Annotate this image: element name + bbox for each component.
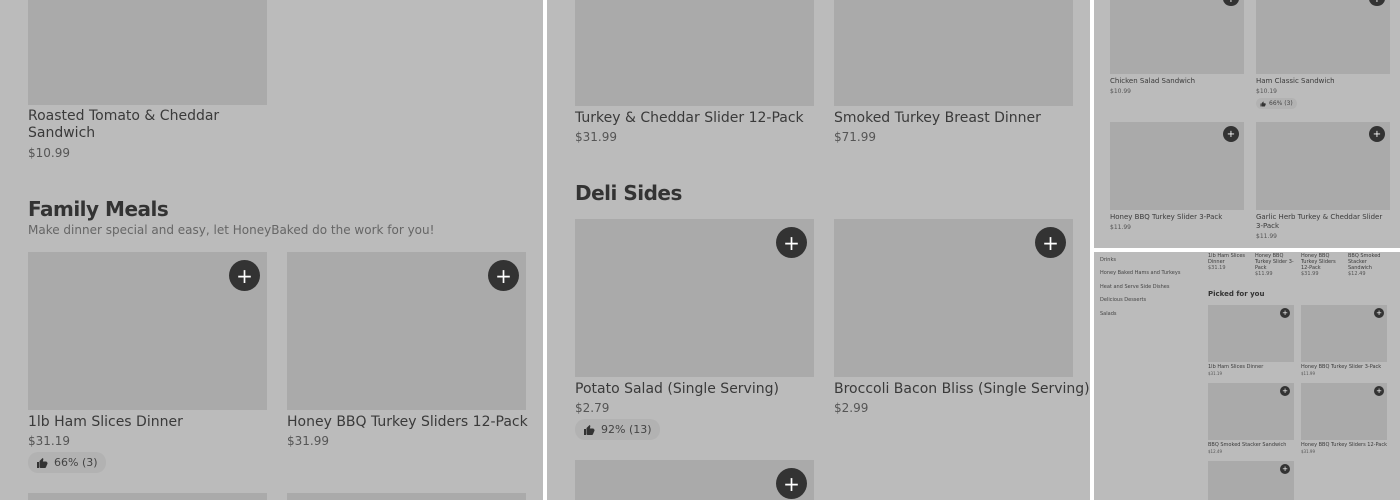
product-price: $31.99: [575, 130, 617, 144]
product-price: $31.99: [287, 434, 329, 448]
thumbs-up-icon: [584, 424, 595, 435]
add-to-cart-button[interactable]: +: [1035, 227, 1066, 258]
plus-icon: +: [783, 230, 800, 255]
product-name[interactable]: Honey BBQ Turkey Sliders 12-Pack: [1301, 442, 1387, 448]
product-name[interactable]: 1lb Ham Slices Dinner $31.19: [1208, 253, 1245, 271]
rating-badge: 66% (3): [1256, 98, 1297, 109]
add-to-cart-button[interactable]: +: [488, 260, 519, 291]
product-name[interactable]: 1lb Ham Slices Dinner: [28, 414, 183, 430]
plus-icon: +: [1373, 0, 1381, 5]
product-name[interactable]: Potato Salad (Single Serving): [575, 381, 779, 397]
product-name[interactable]: Honey BBQ Turkey Slider 3-Pack: [1110, 213, 1222, 221]
plus-icon: +: [1227, 0, 1235, 5]
add-to-cart-button[interactable]: +: [1374, 386, 1384, 396]
add-to-cart-button[interactable]: +: [1280, 386, 1290, 396]
add-to-cart-button[interactable]: +: [776, 468, 807, 499]
add-to-cart-button[interactable]: +: [229, 260, 260, 291]
product-name[interactable]: Chicken Salad Sandwich: [1110, 77, 1195, 85]
product-price: $11.99: [1301, 371, 1315, 376]
product-image[interactable]: [28, 493, 267, 500]
product-image[interactable]: [575, 0, 814, 106]
menu-panel-picked-for-you: Drinks Honey Baked Hams and Turkeys Heat…: [1094, 252, 1400, 500]
product-price: $10.99: [28, 146, 70, 160]
plus-icon: +: [1376, 309, 1382, 317]
product-name[interactable]: Honey BBQ Turkey Sliders 12-Pack: [287, 414, 528, 430]
product-name[interactable]: BBQ Smoked Stacker Sandwich $12.49: [1348, 253, 1380, 277]
plus-icon: +: [1282, 309, 1288, 317]
product-name[interactable]: Smoked Turkey Breast Dinner: [834, 110, 1041, 126]
add-to-cart-button[interactable]: +: [1280, 464, 1290, 474]
product-name[interactable]: 1lb Ham Slices Dinner: [1208, 364, 1263, 370]
plus-icon: +: [236, 263, 253, 288]
product-price: $10.19: [1256, 88, 1277, 95]
add-to-cart-button[interactable]: +: [1374, 308, 1384, 318]
plus-icon: +: [1282, 465, 1288, 473]
plus-icon: +: [1042, 230, 1059, 255]
rating-badge: 66% (3): [28, 452, 106, 473]
product-name[interactable]: Honey BBQ Turkey Slider 3- Pack $11.99: [1255, 253, 1294, 277]
product-price: $11.99: [1110, 224, 1131, 231]
product-image[interactable]: [1110, 0, 1244, 74]
product-price: $2.79: [575, 401, 610, 415]
add-to-cart-button[interactable]: +: [776, 227, 807, 258]
section-title: Deli Sides: [575, 181, 682, 205]
plus-icon: +: [1376, 387, 1382, 395]
product-name[interactable]: Honey BBQ Turkey Sliders 12-Pack $31.99: [1301, 253, 1336, 277]
product-price: $31.19: [28, 434, 70, 448]
add-to-cart-button[interactable]: +: [1223, 126, 1239, 142]
thumbs-up-icon: [1260, 101, 1266, 106]
product-name[interactable]: Honey BBQ Turkey Slider 3-Pack: [1301, 364, 1381, 370]
product-name[interactable]: Broccoli Bacon Bliss (Single Serving): [834, 381, 1090, 397]
thumbs-up-icon: [37, 457, 48, 468]
plus-icon: +: [783, 471, 800, 496]
product-image[interactable]: [1256, 0, 1390, 74]
sidebar-item-hams-turkeys[interactable]: Honey Baked Hams and Turkeys: [1100, 270, 1180, 276]
product-name[interactable]: Roasted Tomato & Cheddar Sandwich: [28, 108, 219, 142]
product-image[interactable]: [287, 493, 526, 500]
section-title: Family Meals: [28, 197, 169, 221]
sidebar-item-side-dishes[interactable]: Heat and Serve Side Dishes: [1100, 284, 1169, 290]
sidebar-item-salads[interactable]: Salads: [1100, 311, 1116, 317]
product-price: $10.99: [1110, 88, 1131, 95]
product-price: $31.19: [1208, 371, 1222, 376]
plus-icon: +: [1226, 128, 1236, 140]
product-price: $11.99: [1256, 233, 1277, 240]
product-price: $12.49: [1208, 449, 1222, 454]
section-title: Picked for you: [1208, 290, 1265, 298]
product-image[interactable]: [834, 0, 1073, 106]
product-image[interactable]: [28, 0, 267, 105]
menu-panel-sandwiches: + Chicken Salad Sandwich $10.99 + Ham Cl…: [1094, 0, 1400, 248]
plus-icon: +: [1372, 128, 1382, 140]
product-name[interactable]: BBQ Smoked Stacker Sandwich: [1208, 442, 1286, 448]
add-to-cart-button[interactable]: +: [1369, 126, 1385, 142]
product-name[interactable]: Ham Classic Sandwich: [1256, 77, 1335, 85]
plus-icon: +: [495, 263, 512, 288]
product-price: $71.99: [834, 130, 876, 144]
product-name[interactable]: Garlic Herb Turkey & Cheddar Slider 3-Pa…: [1256, 213, 1382, 231]
product-price: $31.99: [1301, 449, 1315, 454]
rating-badge: 92% (13): [575, 419, 660, 440]
plus-icon: +: [1282, 387, 1288, 395]
section-subtitle: Make dinner special and easy, let HoneyB…: [28, 223, 435, 237]
menu-panel-family-meals: Roasted Tomato & Cheddar Sandwich $10.99…: [0, 0, 543, 500]
product-name[interactable]: Turkey & Cheddar Slider 12-Pack: [575, 110, 804, 126]
add-to-cart-button[interactable]: +: [1280, 308, 1290, 318]
sidebar-item-desserts[interactable]: Delicious Desserts: [1100, 297, 1146, 303]
menu-panel-deli-sides: Turkey & Cheddar Slider 12-Pack $31.99 S…: [547, 0, 1090, 500]
sidebar-item-drinks[interactable]: Drinks: [1100, 257, 1116, 263]
product-price: $2.99: [834, 401, 869, 415]
